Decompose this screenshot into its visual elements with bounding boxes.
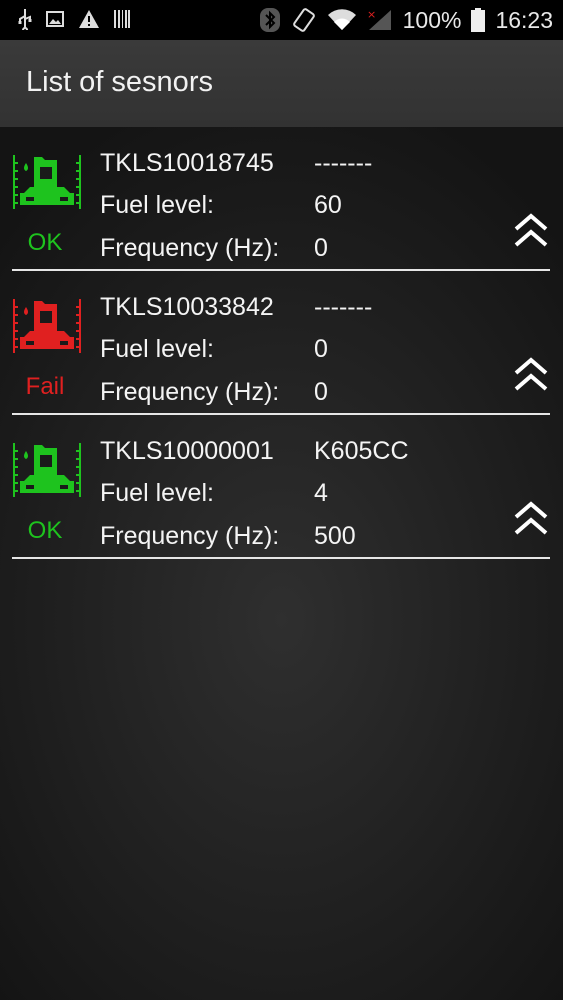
- barcode-icon: [114, 10, 130, 28]
- battery-percent: 100%: [402, 6, 462, 33]
- frequency-label: Frequency (Hz):: [100, 234, 280, 262]
- sensor-plate: K605CC: [314, 437, 409, 465]
- status-label: OK: [27, 229, 63, 256]
- svg-text:×: ×: [367, 8, 376, 21]
- fuel-level-value: 4: [314, 479, 328, 507]
- fuel-car-icon: [13, 155, 81, 209]
- action-bar: List of sesnors: [0, 40, 563, 127]
- status-bar: × 100% 16:23: [0, 0, 563, 40]
- status-bar-notifications: [18, 8, 130, 30]
- fuel-level-label: Fuel level:: [100, 191, 214, 219]
- double-chevron-up-icon[interactable]: [512, 501, 550, 537]
- fuel-level-label: Fuel level:: [100, 479, 214, 507]
- sensor-id: TKLS10033842: [100, 293, 274, 321]
- fuel-car-icon: [13, 443, 81, 497]
- wifi-icon: [327, 9, 356, 31]
- fuel-car-icon: [13, 299, 81, 353]
- frequency-value: 0: [314, 234, 328, 262]
- bluetooth-icon: [259, 8, 280, 32]
- sensor-row[interactable]: OK TKLS10000001 K605CC Fuel level: 4 Fre…: [12, 415, 550, 559]
- frequency-label: Frequency (Hz):: [100, 378, 280, 406]
- sensor-plate: -------: [314, 149, 373, 177]
- sensor-row[interactable]: OK TKLS10018745 ------- Fuel level: 60 F…: [12, 127, 550, 271]
- frequency-value: 500: [314, 522, 356, 550]
- status-label: OK: [27, 517, 63, 544]
- page-title: List of sesnors: [26, 66, 213, 98]
- usb-icon: [18, 9, 32, 30]
- sensor-plate: -------: [314, 293, 373, 321]
- double-chevron-up-icon[interactable]: [512, 213, 550, 249]
- warning-icon: [79, 10, 99, 28]
- frequency-label: Frequency (Hz):: [100, 522, 280, 550]
- fuel-level-label: Fuel level:: [100, 335, 214, 363]
- sensor-list: OK TKLS10018745 ------- Fuel level: 60 F…: [0, 127, 563, 559]
- battery-icon: [471, 8, 486, 32]
- fuel-level-value: 0: [314, 335, 328, 363]
- fuel-level-value: 60: [314, 191, 342, 219]
- rotate-icon: [292, 8, 315, 32]
- sensor-id: TKLS10018745: [100, 149, 274, 177]
- frequency-value: 0: [314, 378, 328, 406]
- clock: 16:23: [495, 6, 553, 33]
- status-bar-system: × 100% 16:23: [259, 0, 553, 40]
- status-label: Fail: [25, 373, 65, 400]
- double-chevron-up-icon[interactable]: [512, 357, 550, 393]
- sensor-row[interactable]: Fail TKLS10033842 ------- Fuel level: 0 …: [12, 271, 550, 415]
- image-icon: [46, 11, 64, 27]
- signal-icon: ×: [367, 8, 391, 30]
- sensor-id: TKLS10000001: [100, 437, 274, 465]
